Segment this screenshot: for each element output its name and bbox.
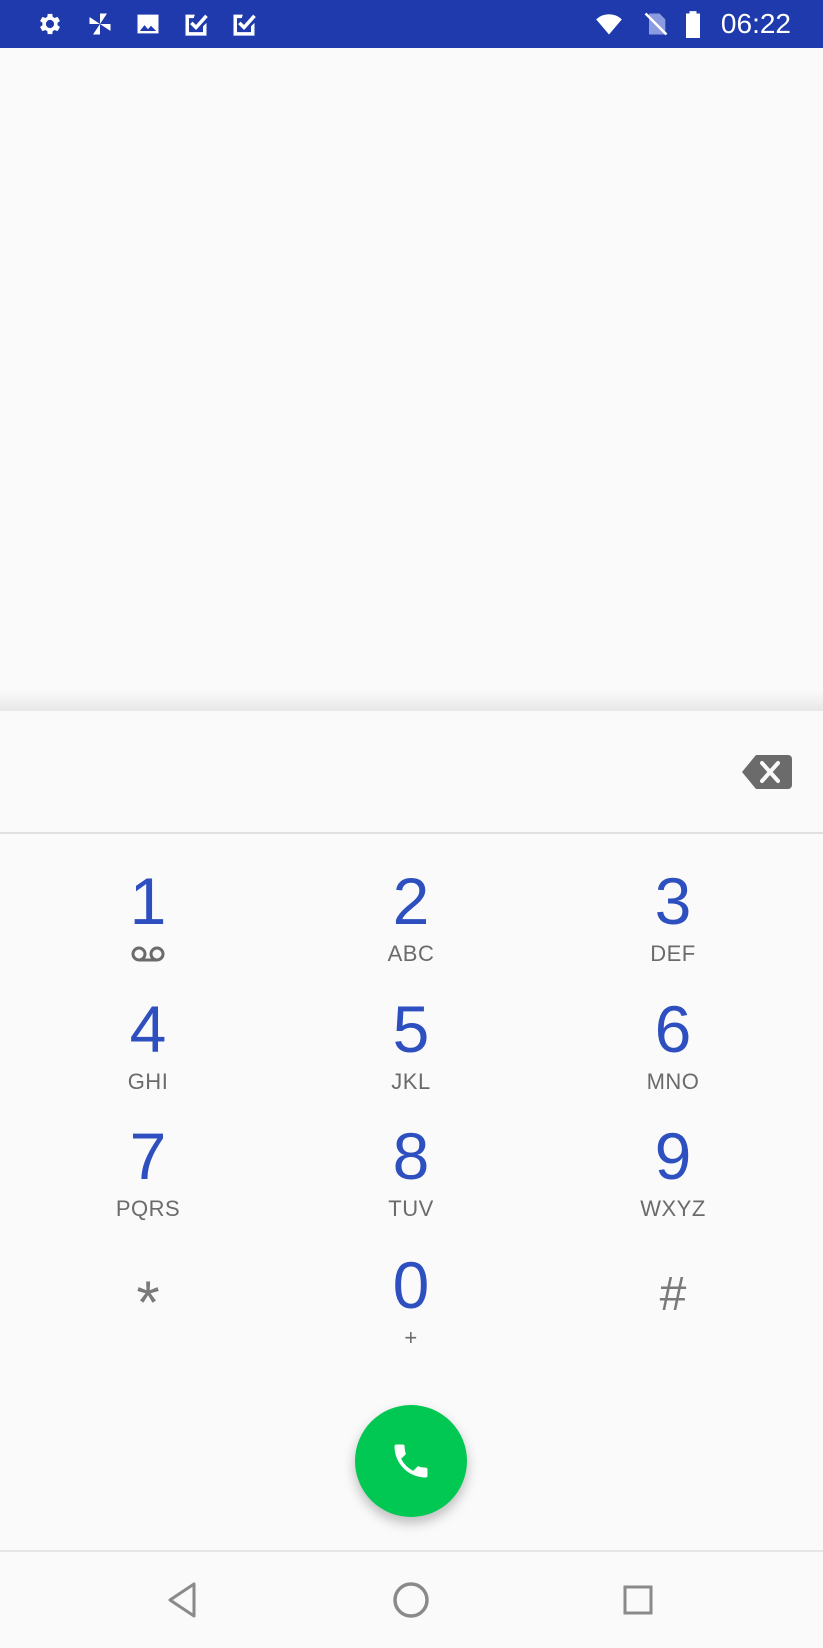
key-0[interactable]: 0 + (301, 1245, 521, 1365)
recents-icon (614, 1576, 662, 1624)
dialpad: 1 2 ABC 3 DEF 4 GHI 5 JKL 6 MNO 7 PQRS 8… (0, 711, 823, 1550)
key-digit: * (136, 1269, 160, 1336)
key-digit: 8 (392, 1119, 430, 1193)
key-4[interactable]: 4 GHI (38, 989, 258, 1109)
key-letters: + (404, 1325, 418, 1350)
key-letters: MNO (646, 1069, 700, 1094)
key-3[interactable]: 3 DEF (563, 861, 783, 981)
status-bar: 06:22 (0, 0, 823, 48)
key-2[interactable]: 2 ABC (301, 861, 521, 981)
digits-field[interactable] (0, 711, 823, 832)
key-hash[interactable]: # (563, 1245, 783, 1365)
key-5[interactable]: 5 JKL (301, 989, 521, 1109)
key-6[interactable]: 6 MNO (563, 989, 783, 1109)
image-icon (134, 10, 162, 38)
recents-button[interactable] (614, 1576, 662, 1624)
battery-icon (682, 10, 704, 38)
key-digit: 4 (129, 992, 167, 1066)
back-button[interactable] (160, 1576, 208, 1624)
navigation-bar (0, 1550, 823, 1648)
no-sim-icon (642, 10, 670, 38)
key-digit: 6 (654, 992, 692, 1066)
backspace-button[interactable] (740, 751, 794, 793)
key-digit: 9 (654, 1119, 692, 1193)
key-digit: 7 (129, 1119, 167, 1193)
check-clipboard-icon (230, 10, 258, 38)
key-digit: 1 (129, 864, 167, 938)
check-clipboard-icon (182, 10, 210, 38)
dialpad-shadow (0, 690, 823, 712)
key-letters: JKL (391, 1069, 431, 1094)
call-button[interactable] (355, 1405, 467, 1517)
key-digit: 3 (654, 864, 692, 938)
key-letters: PQRS (115, 1196, 181, 1221)
key-8[interactable]: 8 TUV (301, 1116, 521, 1236)
key-digit: 0 (392, 1248, 430, 1322)
key-digit: 2 (392, 864, 430, 938)
key-letters: ABC (387, 941, 435, 966)
home-button[interactable] (387, 1576, 435, 1624)
key-letters: DEF (650, 941, 696, 966)
key-letters: WXYZ (640, 1196, 706, 1221)
pinwheel-icon (86, 10, 114, 38)
key-7[interactable]: 7 PQRS (38, 1116, 258, 1236)
status-time: 06:22 (720, 8, 791, 39)
voicemail-icon (130, 945, 166, 963)
key-letters: TUV (388, 1196, 434, 1221)
home-icon (387, 1576, 435, 1624)
dialer-results-area (0, 48, 823, 698)
divider (0, 832, 823, 834)
wifi-icon (592, 10, 626, 38)
key-digit: # (659, 1268, 687, 1321)
key-1[interactable]: 1 (38, 861, 258, 981)
back-icon (160, 1576, 208, 1624)
key-letters: GHI (127, 1069, 169, 1094)
key-star[interactable]: * (38, 1245, 258, 1365)
key-9[interactable]: 9 WXYZ (563, 1116, 783, 1236)
digits-input[interactable] (40, 741, 720, 801)
key-digit: 5 (392, 992, 430, 1066)
backspace-icon (740, 751, 794, 793)
gear-icon (36, 10, 64, 38)
